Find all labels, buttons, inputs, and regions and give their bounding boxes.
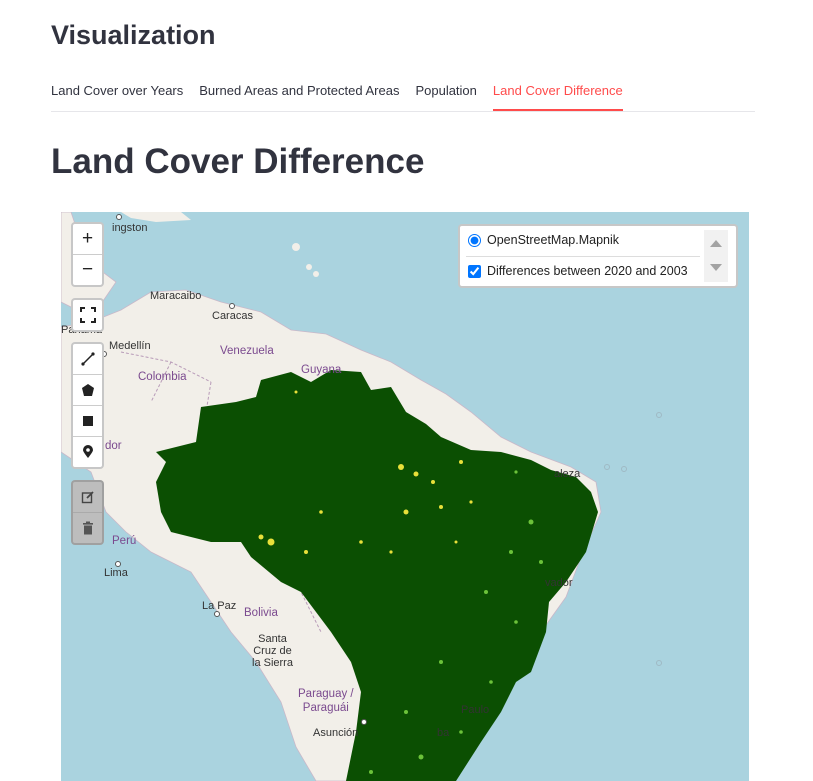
caribbean-island — [121, 212, 191, 222]
section-title: Visualization — [51, 20, 216, 50]
scroll-down-icon[interactable] — [710, 264, 722, 271]
label-peru: Perú — [112, 535, 137, 547]
label-sao-paulo: Paulo — [461, 704, 490, 716]
polygon-icon — [81, 384, 94, 396]
base-layer-radio[interactable] — [468, 233, 481, 247]
overlay-checkbox[interactable] — [468, 264, 481, 278]
label-asuncion: Asunción — [313, 727, 359, 739]
label-ecuador: dor — [105, 440, 122, 452]
edit-icon — [81, 491, 94, 504]
layer-scrollbar[interactable] — [704, 230, 728, 282]
zoom-out-button[interactable]: − — [73, 255, 102, 285]
edit-toolbar — [71, 480, 104, 545]
draw-polygon-button[interactable] — [73, 375, 102, 406]
label-salvador: vador — [545, 577, 573, 589]
overlay-option[interactable]: Differences between 2020 and 2003 — [468, 264, 688, 278]
tab-bar: Land Cover over Years Burned Areas and P… — [51, 78, 755, 112]
delete-layers-button[interactable] — [73, 513, 102, 543]
fullscreen-control — [71, 298, 104, 332]
polyline-icon — [80, 352, 95, 366]
tab-land-cover-over-years[interactable]: Land Cover over Years — [51, 78, 183, 105]
draw-polyline-button[interactable] — [73, 344, 102, 375]
label-paraguay: Paraguay / Paraguái — [298, 688, 354, 714]
label-venezuela: Venezuela — [220, 345, 274, 357]
draw-rectangle-button[interactable] — [73, 406, 102, 437]
rectangle-icon — [82, 416, 93, 426]
zoom-control: + − — [71, 222, 104, 287]
scroll-up-icon[interactable] — [710, 240, 722, 247]
label-maracaibo: Maracaibo — [150, 290, 202, 302]
label-bolivia: Bolivia — [244, 607, 278, 619]
draw-toolbar — [71, 342, 104, 469]
label-la-paz: La Paz — [202, 600, 237, 612]
label-colombia: Colombia — [138, 371, 187, 383]
edit-layers-button[interactable] — [73, 482, 102, 513]
layer-separator — [466, 256, 700, 257]
label-lima: Lima — [104, 567, 128, 579]
label-medellin: Medellín — [109, 340, 151, 352]
base-layer-option[interactable]: OpenStreetMap.Mapnik — [468, 233, 619, 247]
label-curitiba: ba — [437, 727, 450, 739]
label-guyana: Guyana — [301, 364, 342, 376]
map-view[interactable]: ingston Maracaibo Caracas Panamá Medellí… — [61, 212, 749, 781]
zoom-in-button[interactable]: + — [73, 224, 102, 255]
label-kingston: ingston — [112, 222, 148, 234]
page-heading: Land Cover Difference — [51, 142, 425, 181]
label-caracas: Caracas — [212, 310, 253, 322]
marker-icon — [82, 445, 93, 458]
tab-population[interactable]: Population — [415, 78, 476, 105]
fullscreen-icon — [79, 307, 96, 323]
base-layer-label: OpenStreetMap.Mapnik — [487, 233, 620, 247]
overlay-label: Differences between 2020 and 2003 — [487, 264, 688, 278]
trash-icon — [82, 521, 93, 535]
fullscreen-button[interactable] — [73, 300, 102, 330]
tab-burned-areas[interactable]: Burned Areas and Protected Areas — [199, 78, 399, 105]
label-fortaleza: aleza — [554, 468, 581, 480]
tab-land-cover-difference[interactable]: Land Cover Difference — [492, 78, 623, 111]
label-santa-cruz: Santa Cruz de la Sierra — [252, 633, 293, 669]
draw-marker-button[interactable] — [73, 437, 102, 467]
layer-control-panel: OpenStreetMap.Mapnik Differences between… — [458, 224, 738, 288]
